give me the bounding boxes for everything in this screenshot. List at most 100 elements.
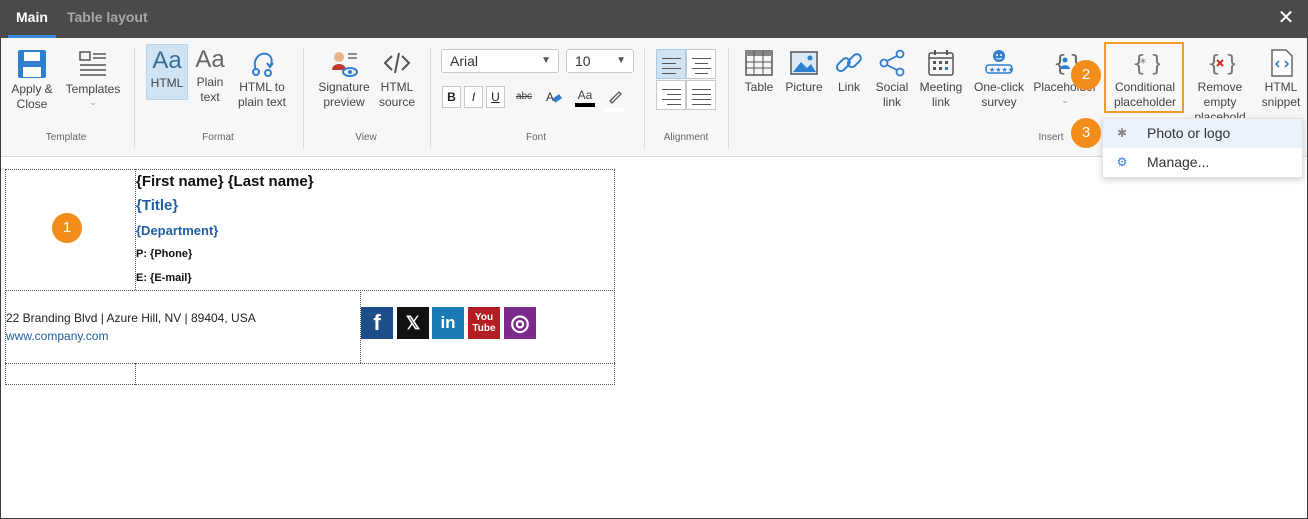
html-snippet-icon <box>1271 49 1293 77</box>
convert-icon <box>252 52 274 77</box>
clear-format-button[interactable]: A <box>543 88 565 110</box>
group-label-format: Format <box>202 132 234 143</box>
tab-table-layout[interactable]: Table layout <box>59 0 156 38</box>
clear-format-icon: A <box>546 90 562 104</box>
remove-empty-label: Remove empty placehold <box>1194 80 1246 118</box>
apply-close-label: Apply & Close <box>11 82 53 111</box>
align-right-button[interactable] <box>656 80 686 110</box>
group-label-view: View <box>355 132 377 143</box>
svg-text:}: } <box>1225 52 1235 77</box>
font-name-value: Arial <box>450 53 479 69</box>
insert-link-button[interactable]: Link <box>831 38 867 95</box>
align-center-button[interactable] <box>686 49 716 79</box>
html-to-plain-button[interactable]: HTML to plain text <box>233 38 291 110</box>
font-size-select[interactable]: 10 ▼ <box>566 49 634 73</box>
step-badge-1: 1 <box>52 213 82 243</box>
asterisk-icon: ✱ <box>1116 126 1128 140</box>
group-label-font: Font <box>525 132 546 143</box>
aa-icon: Aa <box>152 47 182 74</box>
signature-table[interactable] <box>5 169 615 385</box>
menu-item-photo-or-logo[interactable]: ✱ Photo or logo <box>1103 119 1302 148</box>
signature-preview-icon <box>332 52 358 77</box>
link-label: Link <box>837 80 860 94</box>
ribbon-divider <box>303 48 304 148</box>
chevron-down-icon: ▼ <box>541 55 551 66</box>
templates-icon <box>79 51 106 76</box>
remove-empty-placeholders-button[interactable]: { } Remove empty placehold <box>1193 38 1247 118</box>
html-snippet-button[interactable]: HTML snippet <box>1257 38 1305 110</box>
gear-icon: ⚙ <box>1116 155 1128 169</box>
templates-label: Templates <box>65 82 121 96</box>
signature-website[interactable]: www.company.com <box>6 329 108 343</box>
apply-close-button[interactable]: Apply & Close <box>6 38 58 112</box>
highlight-button[interactable] <box>603 88 627 112</box>
pencil-icon <box>609 91 622 104</box>
menu-item-label: Photo or logo <box>1147 125 1231 141</box>
save-icon <box>18 50 46 78</box>
bold-button[interactable]: B <box>442 86 461 108</box>
plain-text-button[interactable]: Aa Plain text <box>191 38 229 105</box>
share-icon <box>879 49 905 77</box>
strikethrough-button[interactable]: abc <box>513 89 535 104</box>
insert-meeting-link-button[interactable]: Meeting link <box>917 38 965 110</box>
templates-button[interactable]: Templates ⌄ <box>63 38 123 107</box>
font-color-swatch <box>575 103 595 107</box>
signature-department[interactable]: {Department} <box>136 223 218 238</box>
ribbon-divider <box>134 48 135 148</box>
plain-text-label: Plain text <box>196 75 224 104</box>
facebook-icon[interactable]: f <box>361 307 393 339</box>
align-justify-button[interactable] <box>686 80 716 110</box>
step-badge-2: 2 <box>1071 60 1101 90</box>
html-source-label: HTML source <box>378 80 416 109</box>
instagram-icon[interactable]: ◎ <box>504 307 536 339</box>
aa-plain-icon: Aa <box>195 46 225 73</box>
highlight-swatch <box>605 108 625 112</box>
menu-item-manage[interactable]: ⚙ Manage... <box>1103 148 1302 177</box>
font-color-button[interactable]: Aa <box>573 88 597 107</box>
html-source-button[interactable]: HTML source <box>374 38 420 110</box>
signature-preview-button[interactable]: Signature preview <box>316 38 372 110</box>
menu-item-label: Manage... <box>1147 154 1210 170</box>
calendar-icon <box>928 50 954 76</box>
font-color-label: Aa <box>577 88 593 102</box>
tab-main[interactable]: Main <box>8 0 56 38</box>
html-label: HTML <box>150 76 184 90</box>
underline-button[interactable]: U <box>486 86 505 108</box>
ribbon-divider <box>728 48 729 148</box>
html-format-button[interactable]: Aa HTML <box>146 44 188 100</box>
survey-icon: ★★★★ <box>985 50 1014 74</box>
insert-table-button[interactable]: Table <box>739 38 779 95</box>
remove-placeholder-icon: { } <box>1207 52 1235 77</box>
chevron-down-icon: ▼ <box>616 55 626 66</box>
signature-name[interactable]: {First name} {Last name} <box>136 173 314 190</box>
signature-address[interactable]: 22 Branding Blvd | Azure Hill, NV | 8940… <box>6 311 256 325</box>
x-icon[interactable]: 𝕏 <box>397 307 429 339</box>
font-name-select[interactable]: Arial ▼ <box>441 49 559 73</box>
social-link-label: Social link <box>875 80 909 109</box>
signature-phone[interactable]: P: {Phone} <box>136 248 192 260</box>
youtube-icon[interactable]: You Tube <box>468 307 500 339</box>
conditional-placeholder-highlight <box>1104 42 1184 113</box>
link-icon <box>835 53 862 73</box>
signature-preview-label: Signature preview <box>318 80 370 109</box>
italic-button[interactable]: I <box>464 86 483 108</box>
insert-survey-button[interactable]: ★★★★ One-click survey <box>969 38 1029 110</box>
picture-icon <box>790 51 818 75</box>
svg-text:A: A <box>546 90 554 104</box>
close-icon[interactable]: ✕ <box>1276 8 1296 28</box>
signature-email[interactable]: E: {E-mail} <box>136 272 192 284</box>
linkedin-icon[interactable]: in <box>432 307 464 339</box>
survey-label: One-click survey <box>973 80 1024 109</box>
align-left-button[interactable] <box>656 49 686 79</box>
table-divider <box>5 363 615 364</box>
meeting-link-label: Meeting link <box>919 80 963 109</box>
svg-text:★★★★: ★★★★ <box>989 66 1014 74</box>
table-divider <box>5 290 615 291</box>
ribbon-divider <box>430 48 431 148</box>
insert-social-link-button[interactable]: Social link <box>873 38 911 110</box>
signature-title[interactable]: {Title} <box>136 197 178 214</box>
insert-picture-button[interactable]: Picture <box>783 38 825 95</box>
code-icon <box>383 52 411 74</box>
step-badge-3: 3 <box>1071 118 1101 148</box>
chevron-down-icon: ⌄ <box>1061 95 1069 105</box>
